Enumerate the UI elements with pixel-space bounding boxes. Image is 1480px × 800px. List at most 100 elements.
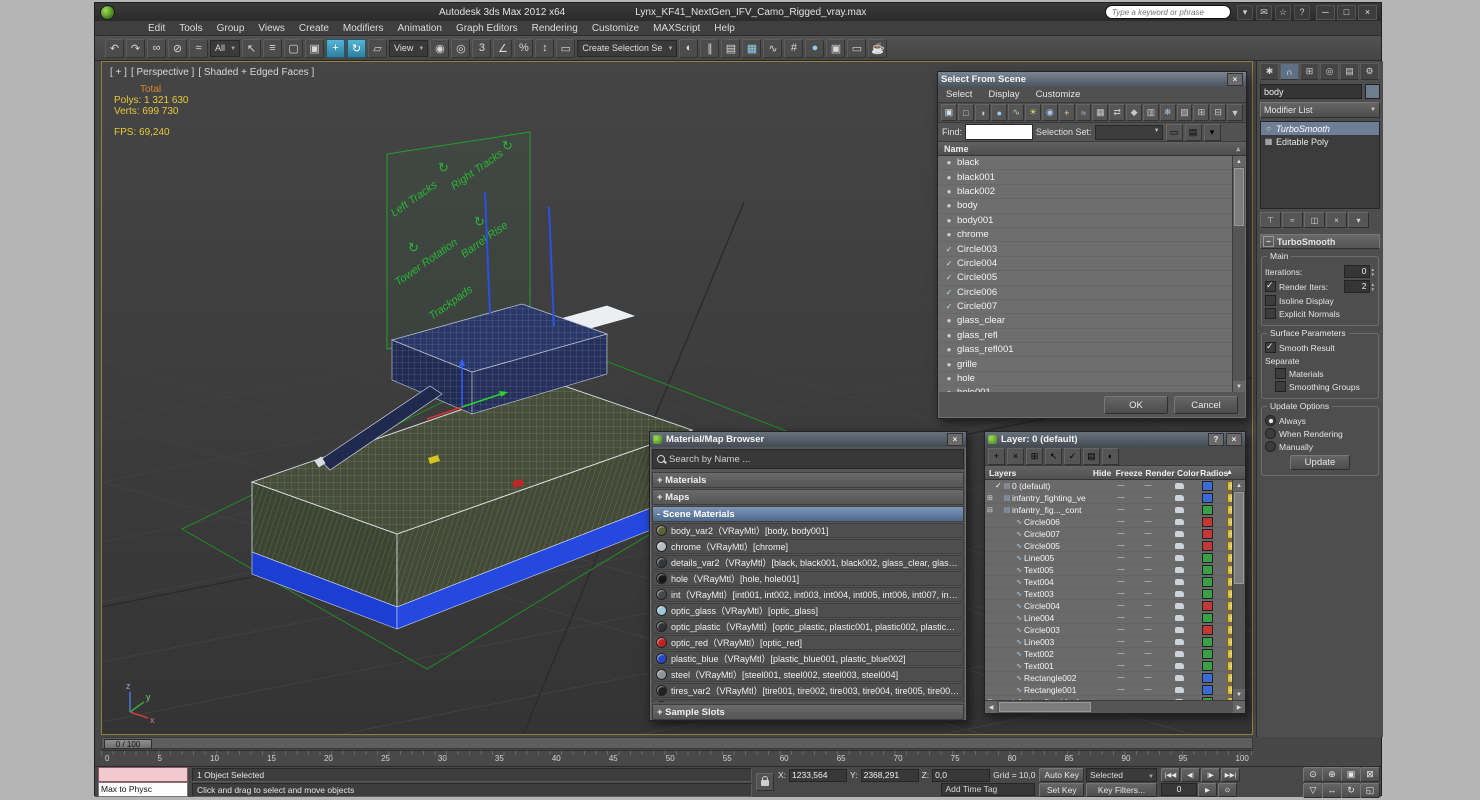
scene-materials-rollup[interactable]: - Scene Materials xyxy=(652,506,964,522)
color-cell[interactable] xyxy=(1195,540,1219,551)
layer-row[interactable]: ∿ Rectangle002 — — xyxy=(985,672,1245,684)
percent-snap-icon[interactable]: % xyxy=(514,38,534,58)
rendered-frame-icon[interactable]: ▭ xyxy=(847,38,867,58)
freeze-toggle[interactable]: — xyxy=(1133,662,1163,669)
time-slider[interactable]: 0 / 100 xyxy=(101,737,1253,749)
iterations-spinner[interactable]: 0 ▲ ▼ xyxy=(1343,265,1375,278)
render-toggle[interactable] xyxy=(1163,554,1195,561)
menu-item[interactable]: Customize xyxy=(585,23,646,34)
align-icon[interactable]: ∥ xyxy=(700,38,720,58)
display-cameras-icon[interactable]: ◉ xyxy=(1041,104,1058,121)
layer-row[interactable]: ∿ Text005 — — xyxy=(985,564,1245,576)
layer-row[interactable]: ∿ Circle006 — — xyxy=(985,516,1245,528)
modifier-list-dropdown[interactable]: Modifier List ▼ xyxy=(1260,102,1380,118)
layer-row[interactable]: ∿ Line005 — — xyxy=(985,552,1245,564)
scene-object-row[interactable]: ● hole xyxy=(939,372,1245,387)
zoom-extents-all-icon[interactable]: ⊠ xyxy=(1360,766,1380,782)
render-toggle[interactable] xyxy=(1163,566,1195,573)
freeze-toggle[interactable]: — xyxy=(1133,650,1163,657)
select-and-manipulate-icon[interactable]: ◎ xyxy=(451,38,471,58)
menu-item[interactable]: MAXScript xyxy=(646,23,707,34)
time-slider-handle[interactable]: 0 / 100 xyxy=(104,739,152,749)
name-column-header[interactable]: Name ▵ xyxy=(938,142,1246,156)
close-icon[interactable]: × xyxy=(947,433,963,446)
horizontal-scrollbar[interactable]: ◀ ▶ xyxy=(985,700,1245,713)
column-hide[interactable]: Hide xyxy=(1090,468,1114,478)
dialog-titlebar[interactable]: Layer: 0 (default) ? × xyxy=(985,432,1245,447)
dialog-menu-item[interactable]: Customize xyxy=(1028,89,1089,100)
scene-object-row[interactable]: ● black001 xyxy=(939,170,1245,185)
menu-item[interactable]: Animation xyxy=(390,23,448,34)
selection-lock-toggle[interactable] xyxy=(756,773,774,791)
auto-key-button[interactable]: Auto Key xyxy=(1039,767,1084,782)
close-button[interactable]: × xyxy=(1358,4,1377,20)
display-helpers-icon[interactable]: + xyxy=(1058,104,1075,121)
freeze-toggle[interactable]: — xyxy=(1133,506,1163,513)
dialog-titlebar[interactable]: Select From Scene × xyxy=(938,72,1246,87)
scene-object-row[interactable]: ✓ Circle003 xyxy=(939,242,1245,257)
tab-utilities[interactable]: ⚙ xyxy=(1360,63,1379,80)
scene-object-row[interactable]: ✓ Circle004 xyxy=(939,257,1245,272)
minimize-button[interactable]: ─ xyxy=(1316,4,1335,20)
hide-freeze-icon[interactable]: ◐ xyxy=(1102,447,1119,465)
set-current-layer-icon[interactable]: ✓ xyxy=(1064,447,1081,465)
render-toggle[interactable] xyxy=(1163,626,1195,633)
key-filters-button[interactable]: Key Filters... xyxy=(1085,782,1157,797)
render-toggle[interactable] xyxy=(1163,614,1195,621)
show-end-result-button[interactable]: ≈ xyxy=(1282,212,1303,228)
hide-toggle[interactable]: — xyxy=(1109,542,1133,549)
new-layer-icon[interactable]: + xyxy=(988,447,1005,465)
render-toggle[interactable] xyxy=(1163,542,1195,549)
rotation-control-icon[interactable]: ↻ xyxy=(438,160,449,175)
scene-object-row[interactable]: ● chrome xyxy=(939,228,1245,243)
hide-toggle[interactable]: — xyxy=(1109,650,1133,657)
freeze-toggle[interactable]: — xyxy=(1133,590,1163,597)
menu-item[interactable]: Group xyxy=(210,23,252,34)
render-toggle[interactable] xyxy=(1163,686,1195,693)
separate-materials-checkbox[interactable] xyxy=(1275,368,1286,379)
find-input[interactable] xyxy=(965,124,1034,140)
color-cell[interactable] xyxy=(1195,564,1219,575)
object-color-swatch[interactable] xyxy=(1365,84,1380,99)
render-toggle[interactable] xyxy=(1163,578,1195,585)
render-iters-spinner[interactable]: 2 ▲ ▼ xyxy=(1343,280,1375,293)
material-row[interactable]: tires_var2（VRayMtl）[tire001, tire002, ti… xyxy=(652,683,964,698)
zoom-all-icon[interactable]: ⊕ xyxy=(1322,766,1342,782)
freeze-toggle[interactable]: — xyxy=(1133,686,1163,693)
freeze-toggle[interactable]: — xyxy=(1133,554,1163,561)
time-configuration-button[interactable]: ⊙ xyxy=(1217,782,1237,797)
select-by-name-icon[interactable]: ≡ xyxy=(263,38,283,58)
help-icon[interactable]: ? xyxy=(1294,4,1310,20)
pan-icon[interactable]: ↔ xyxy=(1322,782,1342,798)
column-radiosity[interactable]: Radios xyxy=(1200,468,1228,478)
current-frame-field[interactable]: 0 xyxy=(1160,782,1197,796)
track-bar[interactable]: 0 5 10 15 20 25 30 35 40 45 50 55 60 65 … xyxy=(101,750,1253,764)
isoline-display-checkbox[interactable] xyxy=(1265,295,1276,306)
display-containers-icon[interactable]: ▥ xyxy=(1142,104,1159,121)
curve-editor-icon[interactable]: ∿ xyxy=(763,38,783,58)
color-cell[interactable] xyxy=(1195,504,1219,515)
layer-row[interactable]: ∿ Line003 — — xyxy=(985,636,1245,648)
material-row[interactable]: optic_red（VRayMtl）[optic_red] xyxy=(652,635,964,650)
render-toggle[interactable] xyxy=(1163,494,1195,501)
spinner-snap-icon[interactable]: ↕ xyxy=(535,38,555,58)
select-and-rotate-icon[interactable]: ↻ xyxy=(347,38,367,58)
dialog-menu-item[interactable]: Select xyxy=(938,89,980,100)
freeze-toggle[interactable]: — xyxy=(1133,626,1163,633)
color-cell[interactable] xyxy=(1195,576,1219,587)
layer-properties-icon[interactable]: ▤ xyxy=(1083,447,1100,465)
zoom-icon[interactable]: ⊙ xyxy=(1303,766,1323,782)
freeze-toggle[interactable]: — xyxy=(1133,494,1163,501)
pin-stack-button[interactable]: ⊤ xyxy=(1260,212,1281,228)
expand-icon[interactable]: ⊞ xyxy=(987,494,995,502)
maximize-viewport-icon[interactable]: ◱ xyxy=(1360,782,1380,798)
hide-toggle[interactable]: — xyxy=(1109,482,1133,489)
undo-icon[interactable]: ↶ xyxy=(105,38,124,58)
menu-item[interactable]: Modifiers xyxy=(336,23,391,34)
hide-toggle[interactable]: — xyxy=(1109,566,1133,573)
hide-toggle[interactable]: — xyxy=(1109,530,1133,537)
menu-item[interactable]: Edit xyxy=(141,23,172,34)
separate-smoothing-groups-checkbox[interactable] xyxy=(1275,381,1286,392)
material-row[interactable]: body_var2（VRayMtl）[body, body001] xyxy=(652,523,964,538)
expand-all-icon[interactable]: ⊞ xyxy=(1193,104,1210,121)
